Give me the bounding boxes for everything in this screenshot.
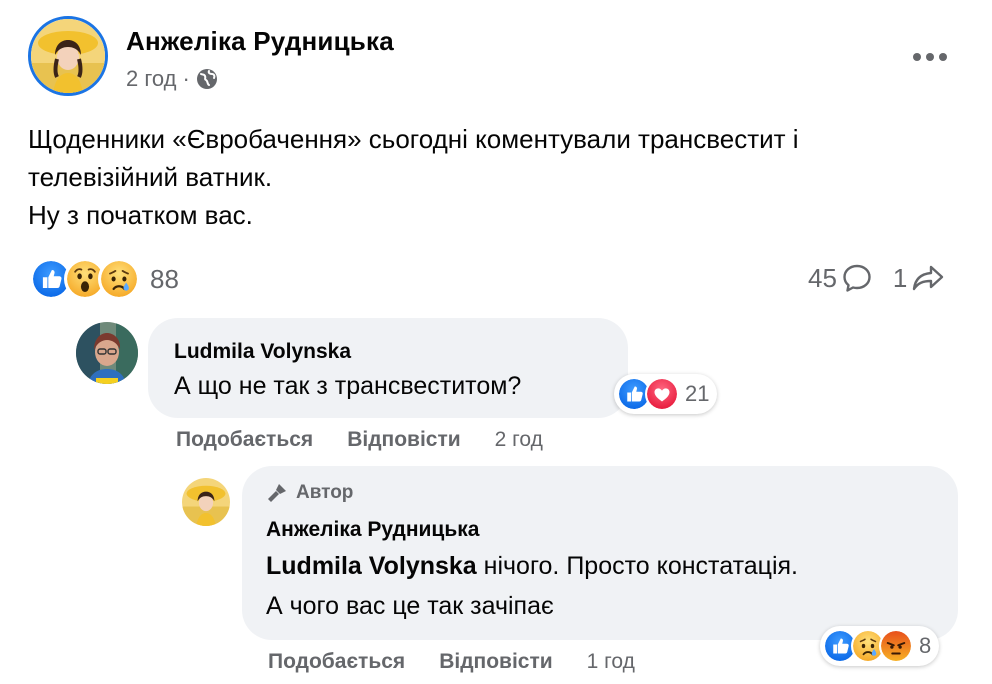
more-options-button[interactable] bbox=[908, 40, 952, 74]
meta-separator: · bbox=[182, 66, 190, 91]
author-badge-label: Автор bbox=[296, 482, 354, 503]
comment-icon[interactable] bbox=[841, 262, 873, 294]
reply-bubble: Автор Анжеліка Рудницька Ludmila Volynsk… bbox=[242, 466, 958, 640]
comments-count[interactable]: 45 bbox=[808, 263, 837, 294]
post-stats: 45 1 bbox=[808, 262, 945, 294]
reply-reactions[interactable]: 8 bbox=[820, 626, 940, 666]
post-text-line: Щоденники «Євробачення» сьогодні коменту… bbox=[28, 124, 799, 154]
comment-text: А що не так з трансвеститом? bbox=[174, 372, 522, 400]
comment-reactions-count: 21 bbox=[685, 381, 710, 406]
reply-text-line: А чого вас це так зачіпає bbox=[266, 592, 554, 620]
post-reactions[interactable]: 88 bbox=[30, 258, 179, 300]
shares-count[interactable]: 1 bbox=[893, 263, 907, 294]
commenter-avatar[interactable] bbox=[76, 322, 138, 384]
post-author-name[interactable]: Анжеліка Рудницька bbox=[126, 26, 394, 57]
more-dot-icon bbox=[913, 53, 921, 61]
more-dot-icon bbox=[926, 53, 934, 61]
post-text-line: Ну з початком вас. bbox=[28, 200, 253, 230]
comment-author-name[interactable]: Ludmila Volynska bbox=[174, 340, 351, 364]
author-badge: Автор bbox=[266, 482, 353, 504]
comment-time[interactable]: 2 год bbox=[495, 428, 543, 452]
reply-text: нічого. Просто констатація. bbox=[476, 552, 798, 580]
sad-reaction-icon bbox=[98, 258, 140, 300]
like-reply-button[interactable]: Подобається bbox=[268, 650, 405, 674]
reply-text-line: Ludmila Volynska нічого. Просто констата… bbox=[266, 552, 798, 581]
reply-time[interactable]: 1 год bbox=[587, 650, 635, 674]
comment-actions: Подобається Відповісти 2 год bbox=[176, 428, 543, 452]
comment-bubble: Ludmila Volynska А що не так з трансвест… bbox=[148, 318, 628, 418]
reactions-count[interactable]: 88 bbox=[150, 264, 179, 295]
avatar-photo bbox=[76, 322, 138, 384]
post-text: Щоденники «Євробачення» сьогодні коменту… bbox=[28, 120, 978, 234]
reply-reply-button[interactable]: Відповісти bbox=[439, 650, 552, 674]
post-time[interactable]: 2 год bbox=[126, 66, 176, 92]
more-dot-icon bbox=[939, 53, 947, 61]
mention-link[interactable]: Ludmila Volynska bbox=[266, 552, 477, 580]
comment-reactions[interactable]: 21 bbox=[614, 374, 718, 414]
author-avatar[interactable] bbox=[28, 16, 108, 96]
reply-actions: Подобається Відповісти 1 год bbox=[268, 650, 635, 674]
like-comment-button[interactable]: Подобається bbox=[176, 428, 313, 452]
angry-reaction-icon bbox=[879, 629, 913, 663]
love-reaction-icon bbox=[645, 377, 679, 411]
reply-author-name[interactable]: Анжеліка Рудницька bbox=[266, 518, 479, 542]
microphone-icon bbox=[268, 484, 286, 502]
globe-icon bbox=[196, 69, 217, 89]
share-icon[interactable] bbox=[911, 262, 945, 294]
post-meta: 2 год · bbox=[126, 66, 218, 92]
reply-author-avatar[interactable] bbox=[182, 478, 230, 526]
reply-reactions-count: 8 bbox=[919, 633, 932, 658]
post-text-line: телевізійний ватник. bbox=[28, 162, 273, 192]
avatar-photo bbox=[182, 478, 230, 526]
reply-comment-button[interactable]: Відповісти bbox=[347, 428, 460, 452]
avatar-photo bbox=[31, 19, 105, 93]
